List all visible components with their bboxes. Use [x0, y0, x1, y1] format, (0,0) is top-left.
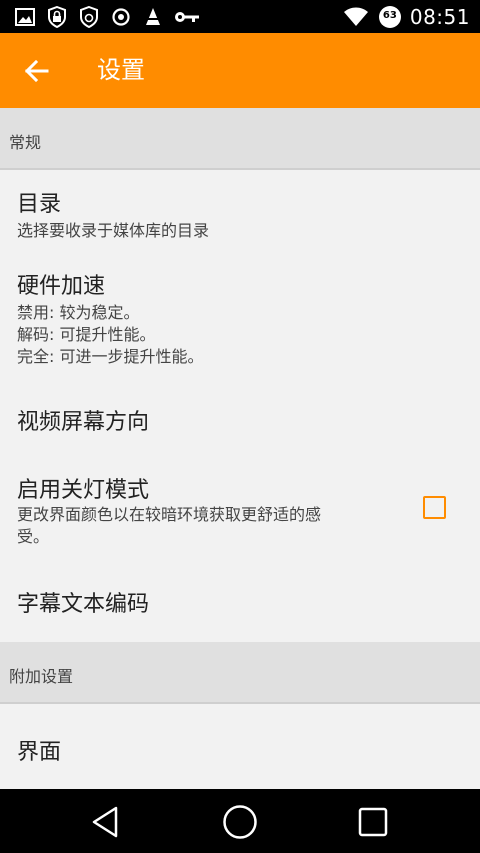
pref-hardware-acceleration[interactable]: 硬件加速 禁用: 较为稳定。 解码: 可提升性能。 完全: 可进一步提升性能。	[0, 254, 480, 378]
section-header-label: 常规	[9, 133, 42, 152]
battery-icon: 63	[378, 5, 402, 29]
page-title: 设置	[97, 56, 145, 84]
pref-title: 字幕文本编码	[17, 592, 150, 617]
image-icon	[14, 6, 36, 28]
pref-subtitle-encoding[interactable]: 字幕文本编码	[0, 570, 480, 642]
pref-summary-line: 禁用: 较为稳定。	[17, 303, 140, 322]
pref-summary-line: 解码: 可提升性能。	[17, 325, 156, 344]
pref-title: 视频屏幕方向	[17, 410, 150, 435]
night-mode-checkbox[interactable]	[423, 496, 446, 519]
status-icons-left	[14, 6, 200, 28]
status-time: 08:51	[409, 5, 470, 29]
pref-title: 界面	[17, 740, 62, 765]
pref-summary-line: 更改界面颜色以在较暗环境获取更舒适的感	[17, 505, 322, 524]
vlc-cone-icon	[142, 6, 164, 28]
section-header-extra: 附加设置	[0, 642, 480, 704]
status-icons-right: 63 08:51	[342, 5, 470, 29]
pref-summary: 更改界面颜色以在较暗环境获取更舒适的感 受。	[17, 504, 387, 548]
pref-title: 硬件加速	[17, 274, 106, 299]
app-bar: 设置	[0, 33, 480, 108]
pref-video-orientation[interactable]: 视频屏幕方向	[0, 378, 480, 458]
pref-summary: 选择要收录于媒体库的目录	[17, 221, 210, 240]
back-arrow-icon[interactable]	[20, 55, 54, 87]
shield-refresh-icon	[78, 6, 100, 28]
back-triangle-icon[interactable]	[85, 803, 125, 841]
pref-night-mode[interactable]: 启用关灯模式 更改界面颜色以在较暗环境获取更舒适的感 受。	[0, 458, 480, 570]
home-circle-icon[interactable]	[220, 803, 260, 841]
sync-icon	[110, 6, 132, 28]
pref-title: 启用关灯模式	[17, 478, 150, 503]
pref-summary-line: 完全: 可进一步提升性能。	[17, 347, 204, 366]
pref-summary: 禁用: 较为稳定。 解码: 可提升性能。 完全: 可进一步提升性能。	[17, 302, 387, 368]
key-icon	[174, 6, 200, 28]
navigation-bar	[0, 789, 480, 853]
wifi-icon	[342, 6, 370, 28]
settings-list[interactable]: 常规 目录 选择要收录于媒体库的目录 硬件加速 禁用: 较为稳定。 解码: 可提…	[0, 108, 480, 789]
section-header-general: 常规	[0, 108, 480, 170]
status-bar: 63 08:51	[0, 0, 480, 33]
recents-square-icon[interactable]	[353, 803, 393, 841]
pref-directories[interactable]: 目录 选择要收录于媒体库的目录	[0, 170, 480, 254]
pref-title: 目录	[17, 192, 62, 217]
pref-interface[interactable]: 界面	[0, 704, 480, 789]
section-header-label: 附加设置	[9, 667, 74, 686]
battery-level: 63	[382, 10, 397, 21]
shield-lock-icon	[46, 6, 68, 28]
pref-summary-line: 受。	[17, 527, 50, 546]
